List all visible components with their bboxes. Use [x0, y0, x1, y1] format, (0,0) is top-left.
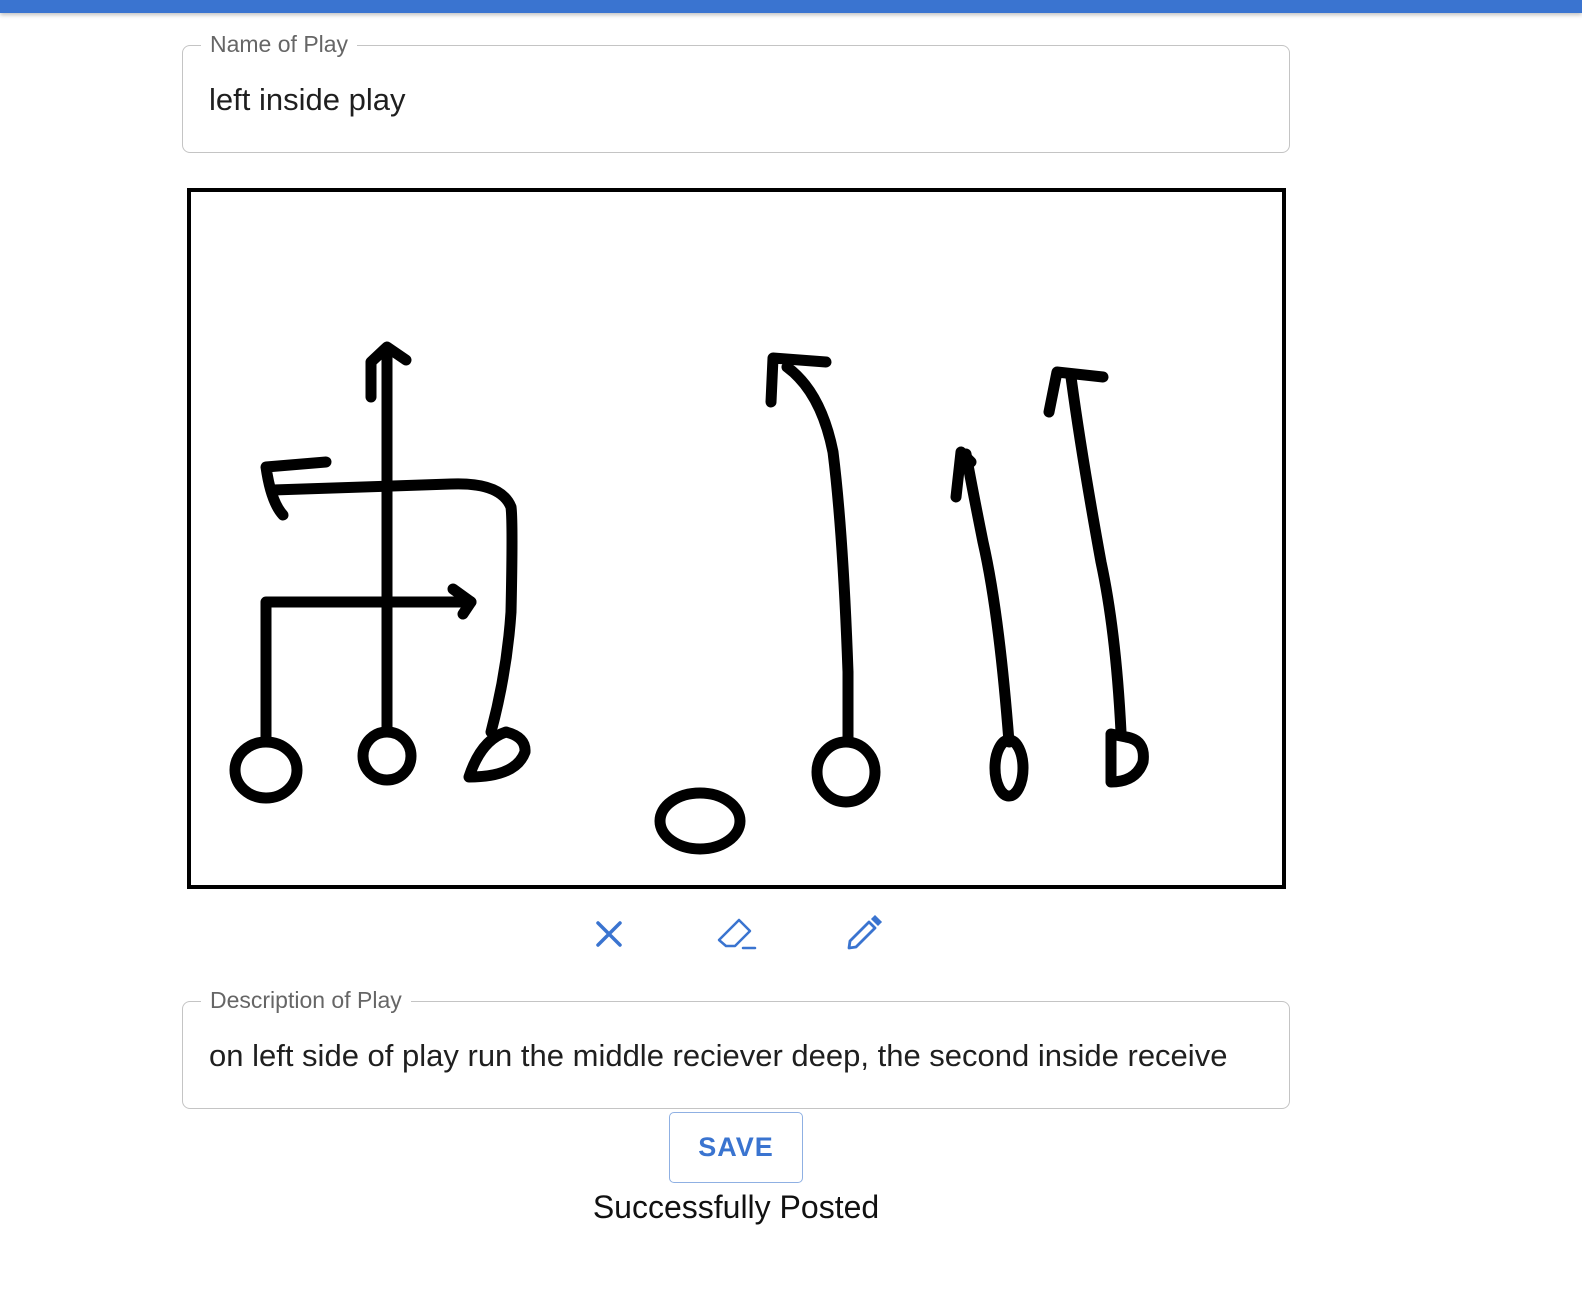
pen-tool-button[interactable]	[839, 910, 887, 958]
play-drawing	[229, 341, 1149, 855]
route-line	[260, 596, 477, 748]
player-circle	[229, 736, 303, 804]
eraser-icon	[717, 918, 757, 950]
player-circle	[463, 726, 531, 783]
save-button[interactable]: SAVE	[669, 1112, 803, 1183]
play-description-field[interactable]: Description of Play on left side of play…	[182, 985, 1290, 1109]
status-message: Successfully Posted	[592, 1189, 880, 1225]
play-drawing-canvas[interactable]	[187, 188, 1286, 889]
player-circle	[357, 726, 417, 786]
player-circle	[811, 736, 881, 808]
route-line	[781, 361, 854, 748]
route-line	[960, 448, 1015, 748]
clear-canvas-button[interactable]	[585, 910, 633, 958]
play-name-input[interactable]: left inside play	[209, 80, 1267, 120]
eraser-tool-button[interactable]	[713, 910, 761, 958]
player-circle	[1105, 728, 1149, 788]
pencil-icon	[847, 914, 883, 950]
close-icon	[596, 921, 622, 947]
play-description-label: Description of Play	[201, 985, 411, 1015]
player-circle	[654, 787, 746, 855]
play-name-label: Name of Play	[201, 29, 358, 59]
top-app-bar	[0, 0, 1582, 13]
play-name-field[interactable]: Name of Play left inside play	[182, 29, 1290, 153]
play-description-input[interactable]: on left side of play run the middle reci…	[209, 1036, 1267, 1076]
route-line	[1065, 371, 1127, 738]
player-circle	[989, 734, 1029, 802]
